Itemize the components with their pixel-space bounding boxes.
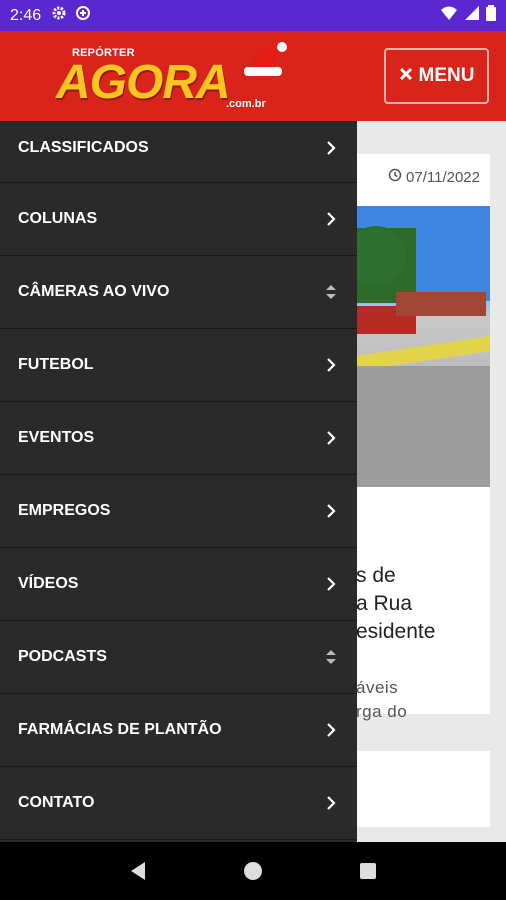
sort-icon	[323, 284, 339, 300]
drawer-item-futebol[interactable]: FUTEBOL	[0, 329, 357, 402]
drawer-item-colunas[interactable]: COLUNAS	[0, 183, 357, 256]
drawer-item-videos[interactable]: VÍDEOS	[0, 548, 357, 621]
logo-suffix-text: .com.br	[226, 98, 266, 110]
drawer-item-label: EMPREGOS	[18, 502, 111, 519]
chevron-right-icon	[323, 430, 339, 446]
drawer-item-cameras-ao-vivo[interactable]: CÂMERAS AO VIVO	[0, 256, 357, 329]
settings-icon	[51, 5, 67, 26]
drawer-item-podcasts[interactable]: PODCASTS	[0, 621, 357, 694]
article-date-text: 07/11/2022	[406, 168, 480, 186]
drawer-item-label: CÂMERAS AO VIVO	[18, 283, 170, 300]
drawer-item-label: CONTATO	[18, 794, 95, 811]
wifi-icon	[440, 5, 458, 26]
logo-main-text: AGORA	[56, 56, 231, 109]
drawer-item-label: VÍDEOS	[18, 575, 79, 592]
menu-label: MENU	[418, 65, 475, 86]
drawer-item-label: EVENTOS	[18, 429, 95, 446]
article-date: 07/11/2022	[388, 168, 480, 186]
article-title[interactable]: s de a Rua esidente	[356, 534, 506, 646]
app-header: REPÓRTER AGORA .com.br MENU	[0, 31, 506, 121]
chevron-right-icon	[323, 357, 339, 373]
drawer-item-eventos[interactable]: EVENTOS	[0, 402, 357, 475]
chevron-right-icon	[323, 503, 339, 519]
data-saver-icon	[75, 5, 91, 26]
sort-icon	[323, 649, 339, 665]
drawer-item-label: PODCASTS	[18, 648, 107, 665]
drawer-item-contato[interactable]: CONTATO	[0, 767, 357, 840]
cell-signal-icon	[464, 5, 480, 26]
chevron-right-icon	[323, 140, 339, 156]
santa-hat-icon	[242, 39, 288, 84]
menu-button[interactable]: MENU	[384, 48, 489, 104]
article-excerpt: áveis rga do	[356, 678, 408, 721]
drawer-item-label: FARMÁCIAS DE PLANTÃO	[18, 721, 222, 738]
chevron-right-icon	[323, 722, 339, 738]
home-button[interactable]	[237, 855, 269, 887]
chevron-right-icon	[323, 576, 339, 592]
drawer-item-label: CLASSIFICADOS	[18, 138, 149, 156]
drawer-item-empregos[interactable]: EMPREGOS	[0, 475, 357, 548]
battery-icon	[486, 5, 496, 26]
navigation-drawer: CLASSIFICADOS COLUNAS CÂMERAS AO VIVO FU…	[0, 121, 357, 842]
close-icon	[399, 65, 413, 87]
status-bar: 2:46	[0, 0, 506, 31]
status-time: 2:46	[10, 6, 42, 24]
system-nav-bar	[0, 842, 506, 900]
chevron-right-icon	[323, 211, 339, 227]
back-button[interactable]	[122, 855, 154, 887]
chevron-right-icon	[323, 795, 339, 811]
recents-button[interactable]	[352, 855, 384, 887]
drawer-item-classificados[interactable]: CLASSIFICADOS	[0, 121, 357, 183]
clock-icon	[388, 168, 402, 186]
drawer-item-farmacias-de-plantao[interactable]: FARMÁCIAS DE PLANTÃO	[0, 694, 357, 767]
drawer-item-label: FUTEBOL	[18, 356, 94, 373]
drawer-item-label: COLUNAS	[18, 210, 98, 227]
site-logo[interactable]: REPÓRTER AGORA .com.br	[56, 42, 287, 115]
